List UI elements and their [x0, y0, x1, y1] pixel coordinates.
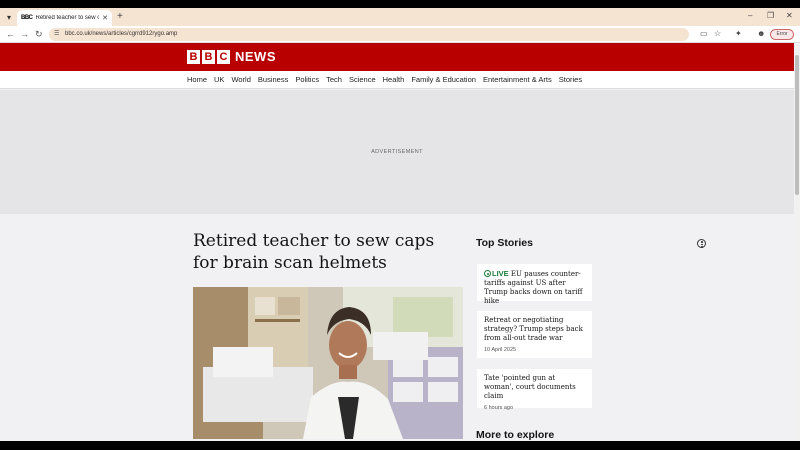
bbc-favicon-icon: BBC [21, 15, 33, 21]
bookmark-star-icon[interactable]: ☆ [714, 29, 721, 38]
url-field[interactable]: ☰ bbc.co.uk/news/articles/cgrrd912rygo.a… [49, 28, 689, 41]
main-navigation: Home UK World Business Politics Tech Sci… [0, 71, 794, 89]
logo-letter: B [202, 50, 215, 64]
more-options-icon[interactable] [697, 239, 706, 248]
nav-item-uk[interactable]: UK [214, 75, 224, 84]
top-stories-heading: Top Stories [476, 237, 533, 249]
article-headline: Retired teacher to sew caps for brain sc… [193, 231, 435, 273]
url-text: bbc.co.uk/news/articles/cgrrd912rygo.amp [65, 31, 178, 37]
bbc-header: B B C NEWS [0, 43, 794, 71]
more-to-explore-heading: More to explore [476, 429, 555, 441]
story-headline: Tate 'pointed gun at woman', court docum… [484, 374, 576, 400]
scrollbar-thumb[interactable] [795, 55, 799, 195]
extensions-puzzle-icon[interactable]: ✦ [735, 29, 742, 38]
nav-item-health[interactable]: Health [383, 75, 405, 84]
nav-item-science[interactable]: Science [349, 75, 376, 84]
live-icon [484, 270, 491, 277]
nav-item-entertainment-arts[interactable]: Entertainment & Arts [483, 75, 552, 84]
story-headline: Retreat or negotiating strategy? Trump s… [484, 316, 583, 342]
top-story-card-2[interactable]: Retreat or negotiating strategy? Trump s… [477, 311, 592, 358]
cast-icon[interactable]: ▭ [700, 29, 708, 38]
restore-icon[interactable]: ❐ [767, 11, 774, 20]
reload-icon[interactable]: ↻ [35, 29, 43, 40]
logo-letter: C [217, 50, 230, 64]
nav-item-business[interactable]: Business [258, 75, 288, 84]
forward-arrow-icon[interactable]: → [20, 29, 29, 39]
advertisement-label: ADVERTISEMENT [371, 149, 423, 155]
advertisement-slot[interactable]: ADVERTISEMENT [0, 90, 794, 214]
page-viewport: B B C NEWS Home UK World Business Politi… [0, 43, 794, 441]
site-info-icon[interactable]: ☰ [54, 28, 59, 41]
top-story-card-1[interactable]: LIVE EU pauses counter-tariffs against U… [477, 264, 592, 305]
nav-item-home[interactable]: Home [187, 75, 207, 84]
nav-item-tech[interactable]: Tech [326, 75, 342, 84]
news-wordmark[interactable]: NEWS [235, 49, 276, 64]
error-button[interactable]: Error [770, 29, 794, 40]
nav-item-politics[interactable]: Politics [295, 75, 319, 84]
article-photo [193, 287, 463, 439]
close-window-icon[interactable]: ✕ [786, 11, 793, 20]
photo-woman-sewing-room [193, 287, 463, 439]
address-toolbar: ← → ↻ ☰ bbc.co.uk/news/articles/cgrrd912… [0, 26, 800, 43]
new-tab-plus-icon[interactable]: + [117, 11, 123, 23]
nav-item-world[interactable]: World [231, 75, 250, 84]
tab-active[interactable]: BBC Retired teacher to sew caps fo ✕ [17, 10, 112, 26]
tab-title: Retired teacher to sew caps fo [35, 15, 100, 21]
story-headline: LIVE EU pauses counter-tariffs against U… [484, 269, 583, 305]
profile-icon[interactable]: ☻ [757, 29, 765, 38]
bbc-logo[interactable]: B B C [187, 50, 230, 64]
tab-search-icon[interactable]: ▾ [3, 11, 15, 23]
close-tab-icon[interactable]: ✕ [102, 14, 108, 22]
nav-item-family-education[interactable]: Family & Education [411, 75, 476, 84]
story-timestamp: 6 hours ago [484, 405, 514, 411]
page-scrollbar[interactable] [794, 43, 800, 441]
top-story-card-3[interactable]: Tate 'pointed gun at woman', court docum… [477, 369, 592, 411]
back-arrow-icon[interactable]: ← [6, 29, 15, 39]
minimize-icon[interactable]: – [748, 11, 752, 20]
story-timestamp: 10 April 2025 [484, 347, 517, 353]
logo-letter: B [187, 50, 200, 64]
live-badge: LIVE [492, 269, 509, 278]
nav-item-stories[interactable]: Stories [559, 75, 582, 84]
tab-bar: ▾ BBC Retired teacher to sew caps fo ✕ +… [0, 8, 800, 26]
